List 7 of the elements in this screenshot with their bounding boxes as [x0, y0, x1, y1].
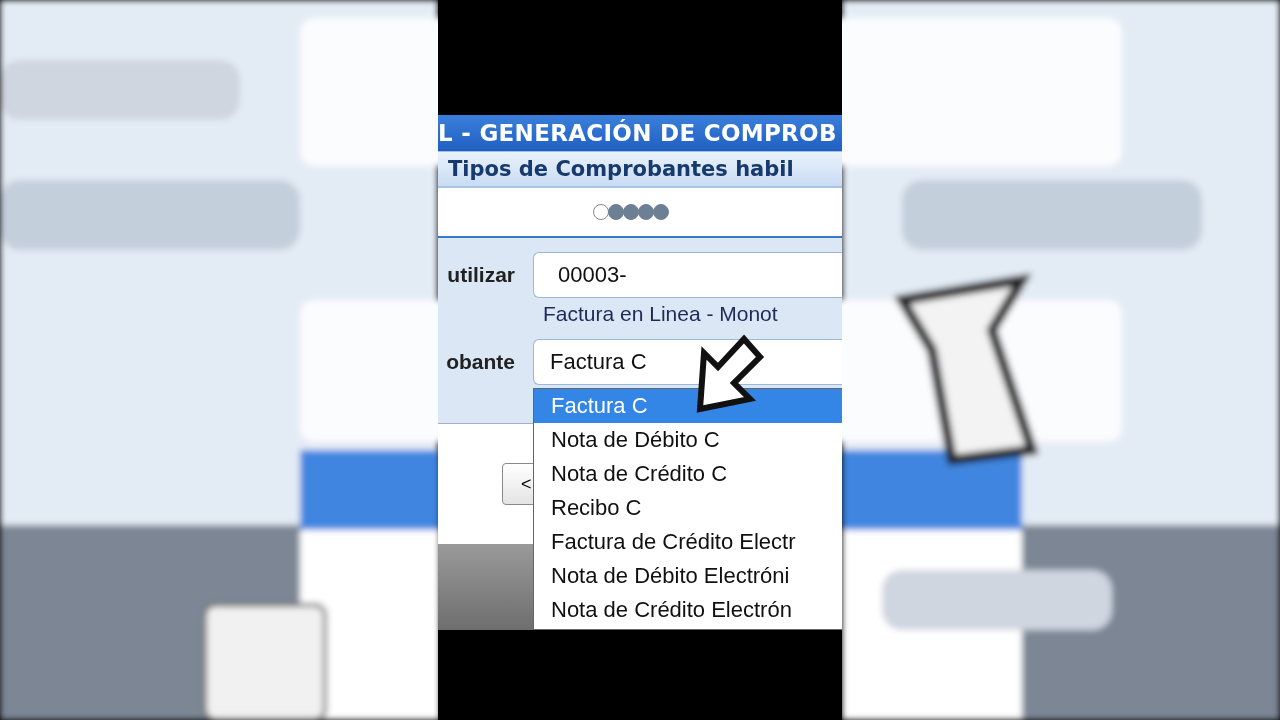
field-note: Factura en Linea - Monot: [542, 301, 779, 327]
field-label: utilizar: [447, 263, 516, 287]
window-title: L - GENERACIÓN DE COMPROB: [438, 120, 837, 146]
dropdown-option[interactable]: Factura C: [534, 389, 842, 423]
point-of-sale-field[interactable]: 00003-: [533, 252, 842, 298]
section-title: Tipos de Comprobantes habil: [448, 157, 794, 181]
field-label: obante: [446, 350, 516, 374]
